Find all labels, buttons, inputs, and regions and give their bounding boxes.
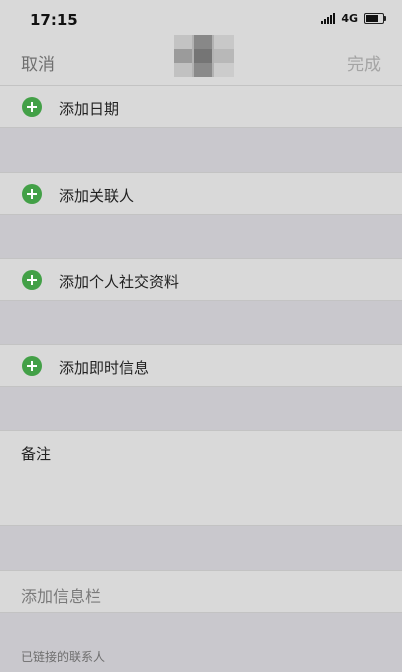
add-social-row[interactable]: 添加个人社交资料 — [0, 258, 402, 301]
section-gap — [0, 387, 402, 430]
add-contact-label: 添加关联人 — [59, 187, 135, 205]
avatar — [174, 35, 234, 77]
notes-row[interactable]: 备注 — [0, 430, 402, 526]
notes-label: 备注 — [21, 445, 52, 463]
add-social-label: 添加个人社交资料 — [59, 273, 180, 291]
status-time: 17:15 — [30, 11, 78, 29]
network-label: 4G — [341, 12, 358, 25]
section-gap — [0, 301, 402, 344]
add-im-row[interactable]: 添加即时信息 — [0, 344, 402, 387]
done-button[interactable]: 完成 — [347, 50, 381, 75]
add-info-bar-label: 添加信息栏 — [21, 587, 102, 606]
nav-bar: 取消 完成 — [0, 35, 402, 85]
add-date-row[interactable]: 添加日期 — [0, 85, 402, 128]
section-gap — [0, 128, 402, 172]
status-right: 4G — [321, 12, 386, 25]
add-icon — [22, 184, 42, 204]
battery-icon — [364, 13, 386, 24]
add-im-label: 添加即时信息 — [59, 359, 150, 377]
linked-contacts-label: 已链接的联系人 — [21, 650, 106, 664]
cancel-button[interactable]: 取消 — [21, 50, 55, 75]
add-icon — [22, 356, 42, 376]
signal-icon — [321, 13, 336, 24]
status-bar: 17:15 4G — [0, 0, 402, 40]
battery-level — [366, 15, 378, 22]
section-gap — [0, 526, 402, 570]
add-contact-row[interactable]: 添加关联人 — [0, 172, 402, 215]
add-icon — [22, 97, 42, 117]
section-gap — [0, 215, 402, 258]
add-date-label: 添加日期 — [59, 100, 120, 118]
add-info-bar-row[interactable]: 添加信息栏 — [0, 570, 402, 613]
add-icon — [22, 270, 42, 290]
